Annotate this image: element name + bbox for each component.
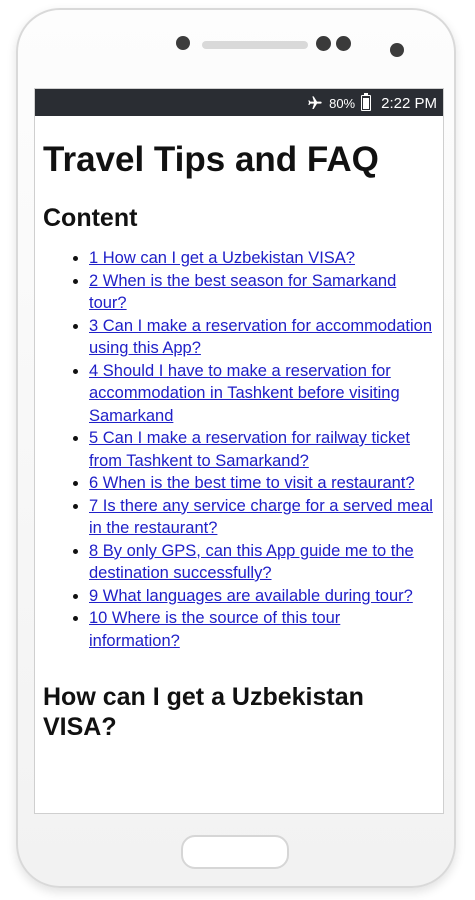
toc-item: 8 By only GPS, can this App guide me to …: [89, 540, 435, 585]
question-heading: How can I get a Uzbekistan VISA?: [43, 683, 364, 741]
toc-link-6[interactable]: 6 When is the best time to visit a resta…: [89, 474, 415, 492]
toc-item: 1 How can I get a Uzbekistan VISA?: [89, 247, 435, 270]
front-camera-icon: [176, 36, 190, 50]
battery-icon: [361, 93, 372, 111]
status-clock: 2:22 PM: [381, 94, 437, 112]
home-button[interactable]: [181, 835, 289, 869]
content-heading: Content: [43, 204, 138, 232]
toc-item: 6 When is the best time to visit a resta…: [89, 472, 435, 495]
toc-item: 3 Can I make a reservation for accommoda…: [89, 315, 435, 360]
toc-link-3[interactable]: 3 Can I make a reservation for accommoda…: [89, 317, 432, 358]
camera-lens-icon: [390, 43, 404, 57]
toc-item: 2 When is the best season for Samarkand …: [89, 270, 435, 315]
sensor-icons: [316, 36, 356, 52]
toc-link-7[interactable]: 7 Is there any service charge for a serv…: [89, 497, 433, 538]
battery-percentage: 80%: [329, 95, 356, 111]
toc-link-2[interactable]: 2 When is the best season for Samarkand …: [89, 272, 396, 313]
status-indicators: 80% 2:22 PM: [307, 93, 437, 112]
toc-link-4[interactable]: 4 Should I have to make a reservation fo…: [89, 362, 400, 425]
toc-link-5[interactable]: 5 Can I make a reservation for railway t…: [89, 429, 410, 470]
phone-screen: 80% 2:22 PM Travel Tips and FAQ Content …: [34, 88, 444, 814]
earpiece-speaker: [202, 41, 308, 49]
airplane-icon: [307, 95, 323, 111]
toc-link-8[interactable]: 8 By only GPS, can this App guide me to …: [89, 542, 414, 583]
status-bar: 80% 2:22 PM: [35, 89, 443, 116]
page-title: Travel Tips and FAQ: [43, 140, 379, 179]
toc-link-9[interactable]: 9 What languages are available during to…: [89, 587, 413, 605]
page-content: Travel Tips and FAQ Content 1 How can I …: [43, 129, 435, 742]
toc-item: 4 Should I have to make a reservation fo…: [89, 360, 435, 428]
table-of-contents: 1 How can I get a Uzbekistan VISA? 2 Whe…: [43, 247, 435, 652]
toc-item: 5 Can I make a reservation for railway t…: [89, 427, 435, 472]
toc-link-1[interactable]: 1 How can I get a Uzbekistan VISA?: [89, 249, 355, 267]
toc-item: 10 Where is the source of this tour info…: [89, 607, 435, 652]
toc-item: 9 What languages are available during to…: [89, 585, 435, 608]
toc-link-10[interactable]: 10 Where is the source of this tour info…: [89, 609, 340, 650]
toc-item: 7 Is there any service charge for a serv…: [89, 495, 435, 540]
